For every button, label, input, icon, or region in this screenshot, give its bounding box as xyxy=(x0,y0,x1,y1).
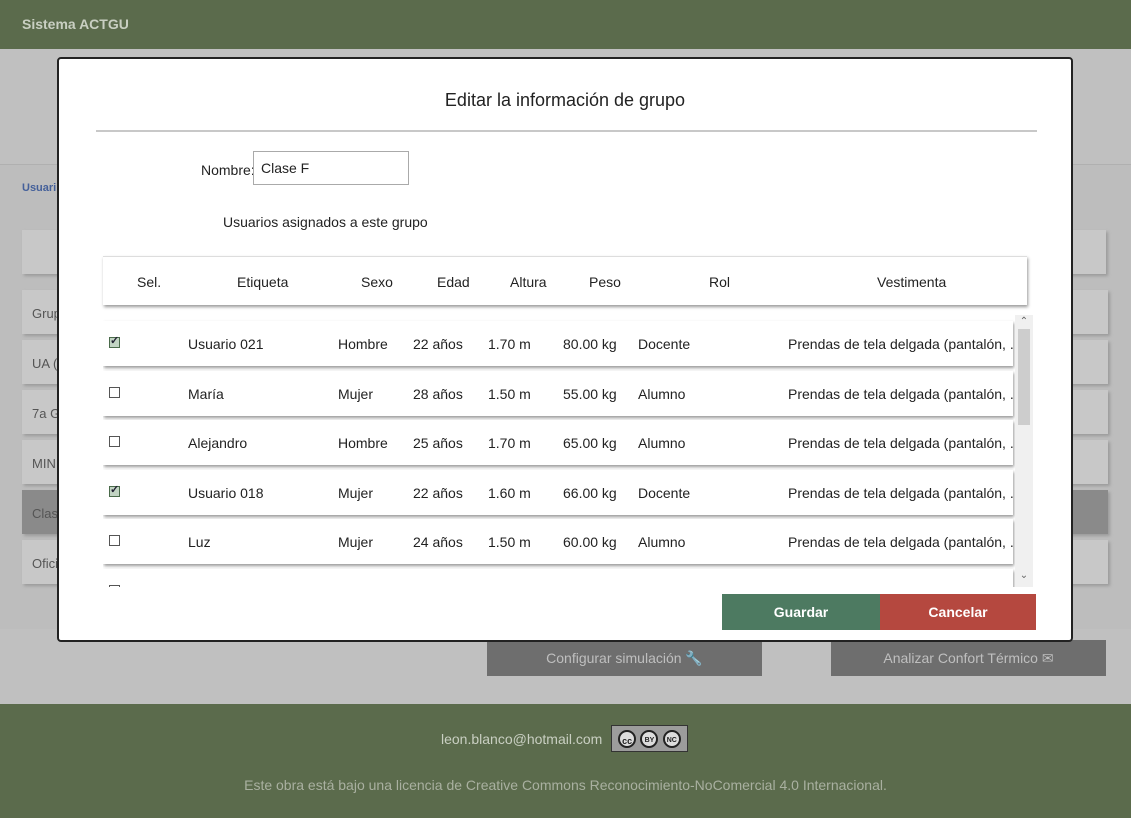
cell-edad: 22 años xyxy=(413,336,463,352)
cell-rol: Alumno xyxy=(638,534,686,550)
cell-altura: 1.70 m xyxy=(488,435,531,451)
cell-rol: Docente xyxy=(638,485,691,501)
cell-altura: 1.50 m xyxy=(488,386,531,402)
table-header: Sel. Etiqueta Sexo Edad Altura Peso Rol … xyxy=(103,256,1027,305)
cell-rol: Alumno xyxy=(638,435,686,451)
cc-icon: cc xyxy=(618,729,637,748)
modal-title: Editar la información de grupo xyxy=(444,90,686,110)
cell-altura: 1.50 m xyxy=(488,534,531,550)
row-checkbox[interactable] xyxy=(109,483,120,497)
cell-sexo: Hombre xyxy=(338,336,388,352)
modal-divider xyxy=(96,130,1037,132)
row-checkbox[interactable] xyxy=(109,585,120,587)
cell-altura: 1.60 m xyxy=(488,485,531,501)
column-header-sel: Sel. xyxy=(137,274,162,290)
cell-sexo: Mujer xyxy=(338,534,374,550)
save-button[interactable]: Guardar xyxy=(722,594,880,630)
column-header-edad: Edad xyxy=(437,274,470,290)
cell-etiqueta: Usuario 018 xyxy=(188,485,264,501)
row-checkbox[interactable] xyxy=(109,535,120,546)
by-icon: BY xyxy=(640,729,659,748)
edit-group-modal: Editar la información de grupo Nombre: U… xyxy=(57,57,1073,642)
scroll-up-icon[interactable]: ⌃ xyxy=(1015,315,1033,329)
breadcrumb[interactable]: Usuari xyxy=(22,182,56,194)
cell-altura: 1.70 m xyxy=(488,336,531,352)
users-table-body[interactable]: Usuario 021 Hombre 22 años 1.70 m 80.00 … xyxy=(103,315,1033,587)
cell-vestimenta: Prendas de tela delgada (pantalón, ... xyxy=(788,386,1022,402)
cell-etiqueta: Alejandro xyxy=(188,435,248,451)
column-header-rol: Rol xyxy=(709,274,731,290)
nc-icon: NC xyxy=(662,729,681,748)
table-row[interactable]: Luz Mujer 24 años 1.50 m 60.00 kg Alumno… xyxy=(103,519,1022,564)
column-header-vestimenta: Vestimenta xyxy=(877,274,947,290)
cell-vestimenta: Prendas de tela delgada (pantalón, ... xyxy=(788,336,1022,352)
cell-edad: 25 años xyxy=(413,435,463,451)
analyze-comfort-button[interactable]: Analizar Confort Térmico ✉ xyxy=(831,640,1106,676)
column-header-peso: Peso xyxy=(589,274,621,290)
table-row[interactable]: Alejandro Hombre 25 años 1.70 m 65.00 kg… xyxy=(103,420,1022,465)
cell-edad: 28 años xyxy=(413,386,463,402)
table-row[interactable]: María Mujer 28 años 1.50 m 55.00 kg Alum… xyxy=(103,371,1022,416)
cell-peso: 55.00 kg xyxy=(563,386,617,402)
top-bar: Sistema ACTGU xyxy=(0,0,1131,49)
row-checkbox[interactable] xyxy=(109,436,120,447)
name-label: Nombre: xyxy=(201,162,255,178)
cell-peso: 65.00 kg xyxy=(563,435,617,451)
cell-etiqueta: Luz xyxy=(188,534,211,550)
cell-vestimenta: Prendas de tela delgada (pantalón, ... xyxy=(788,435,1022,451)
scrollbar-thumb[interactable] xyxy=(1018,329,1030,425)
cell-edad: 22 años xyxy=(413,485,463,501)
table-row[interactable]: Usuario 018 Mujer 22 años 1.60 m 66.00 k… xyxy=(103,470,1022,515)
cell-edad: 24 años xyxy=(413,534,463,550)
group-name-input[interactable] xyxy=(253,151,409,185)
footer-email[interactable]: leon.blanco@hotmail.com xyxy=(441,731,602,747)
row-checkbox[interactable] xyxy=(109,334,120,348)
scroll-down-icon[interactable]: ⌄ xyxy=(1015,569,1033,583)
cell-peso: 60.00 kg xyxy=(563,534,617,550)
column-header-sexo: Sexo xyxy=(361,274,393,290)
cell-sexo: Mujer xyxy=(338,386,374,402)
column-header-etiqueta: Etiqueta xyxy=(237,274,289,290)
cell-etiqueta: María xyxy=(188,386,224,402)
app-title: Sistema ACTGU xyxy=(22,16,129,32)
footer: leon.blanco@hotmail.com cc BY NC Este ob… xyxy=(0,704,1131,818)
cell-rol: Alumno xyxy=(638,386,686,402)
cc-license-badge[interactable]: cc BY NC xyxy=(611,725,688,752)
cancel-button[interactable]: Cancelar xyxy=(880,594,1036,630)
cell-peso: 80.00 kg xyxy=(563,336,617,352)
table-row[interactable]: Usuario 021 Hombre 22 años 1.70 m 80.00 … xyxy=(103,321,1022,366)
configure-simulation-button[interactable]: Configurar simulación 🔧 xyxy=(487,640,762,676)
cell-rol: Docente xyxy=(638,336,691,352)
footer-license-text: Este obra está bajo una licencia de Crea… xyxy=(244,777,887,793)
cell-vestimenta: Prendas de tela delgada (pantalón, ... xyxy=(788,485,1022,501)
cell-peso: 66.00 kg xyxy=(563,485,617,501)
cell-vestimenta: Prendas de tela delgada (pantalón, ... xyxy=(788,534,1022,550)
cell-sexo: Mujer xyxy=(338,485,374,501)
table-scrollbar[interactable]: ⌃ ⌄ xyxy=(1015,315,1033,587)
table-row[interactable] xyxy=(103,569,1013,587)
column-header-altura: Altura xyxy=(510,274,547,290)
cell-sexo: Hombre xyxy=(338,435,388,451)
cell-etiqueta: Usuario 021 xyxy=(188,336,264,352)
assigned-users-label: Usuarios asignados a este grupo xyxy=(223,214,428,230)
row-checkbox[interactable] xyxy=(109,387,120,398)
